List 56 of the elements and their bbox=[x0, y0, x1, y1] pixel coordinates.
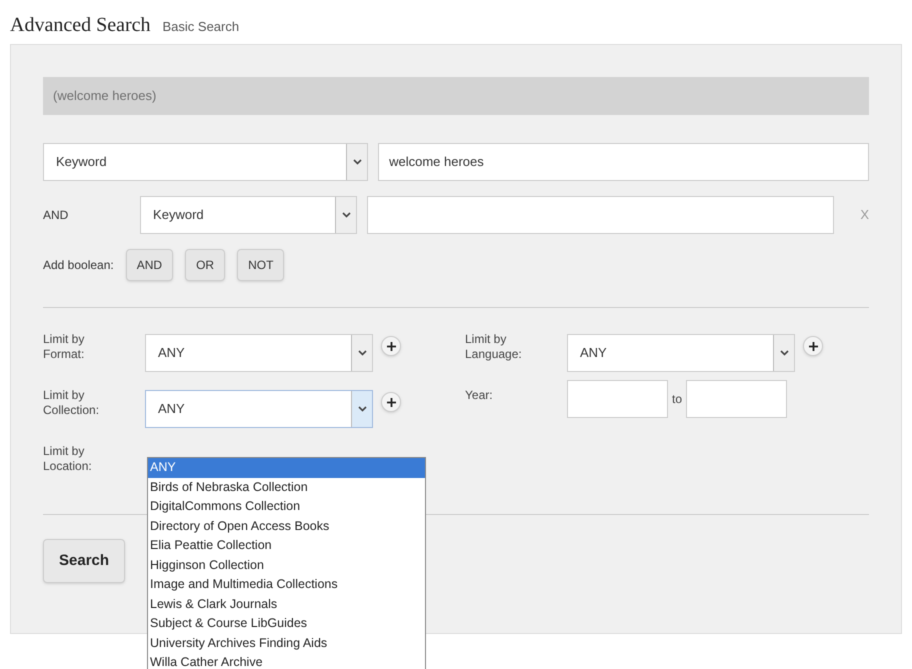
field-label: Year: bbox=[465, 388, 494, 403]
dropdown-option[interactable]: University Archives Finding Aids bbox=[148, 634, 425, 653]
select-arrow-button[interactable] bbox=[346, 144, 368, 180]
select-arrow-button[interactable] bbox=[351, 391, 372, 427]
chevron-down-icon bbox=[352, 159, 362, 165]
dropdown-option[interactable]: Higginson Collection bbox=[148, 556, 425, 575]
year-from-field[interactable] bbox=[567, 380, 668, 418]
select-value: ANY bbox=[579, 344, 608, 362]
select-arrow-button[interactable] bbox=[773, 335, 794, 371]
add-button[interactable] bbox=[381, 392, 401, 412]
dropdown-select[interactable]: ANY bbox=[567, 334, 795, 372]
select-value: Keyword bbox=[152, 206, 205, 224]
basic-search-link[interactable]: Basic Search bbox=[162, 17, 240, 36]
chevron-down-icon bbox=[358, 350, 366, 356]
add-button[interactable] bbox=[381, 336, 401, 356]
dropdown-select[interactable]: Keyword bbox=[140, 196, 358, 234]
year-to-field[interactable] bbox=[686, 380, 788, 418]
dropdown-option[interactable]: Image and Multimedia Collections bbox=[148, 575, 425, 594]
dropdown-option[interactable]: Lewis & Clark Journals bbox=[148, 594, 425, 614]
dropdown-select[interactable]: Keyword bbox=[43, 143, 368, 181]
query-preview: (welcome heroes) bbox=[43, 77, 869, 115]
field-label: Limit by Location: bbox=[43, 444, 93, 474]
select-value: Keyword bbox=[55, 153, 108, 172]
search-term-field[interactable] bbox=[367, 196, 834, 234]
boolean-button[interactable]: OR bbox=[185, 249, 226, 281]
add-button[interactable] bbox=[803, 336, 823, 356]
plus-icon bbox=[808, 342, 818, 350]
select-value: ANY bbox=[157, 400, 186, 418]
search-button[interactable]: Search bbox=[43, 539, 126, 583]
select-value: ANY bbox=[157, 344, 186, 362]
select-arrow-button[interactable] bbox=[351, 335, 372, 371]
dropdown-option[interactable]: ANY bbox=[148, 458, 425, 478]
boolean-button[interactable]: NOT bbox=[237, 249, 284, 281]
chevron-down-icon bbox=[780, 350, 788, 356]
dropdown-option[interactable]: Elia Peattie Collection bbox=[148, 536, 425, 556]
field-label: Limit by Language: bbox=[465, 332, 523, 362]
dropdown-option[interactable]: DigitalCommons Collection bbox=[148, 497, 425, 516]
boolean-button[interactable]: AND bbox=[126, 249, 174, 281]
field-label: Limit by Collection: bbox=[43, 388, 100, 418]
dropdown-option[interactable]: Willa Cather Archive bbox=[148, 653, 425, 669]
dropdown-option[interactable]: Birds of Nebraska Collection bbox=[148, 478, 425, 497]
range-separator: to bbox=[672, 391, 682, 408]
chevron-down-icon bbox=[342, 212, 351, 218]
search-term-field[interactable]: welcome heroes bbox=[378, 143, 869, 181]
dropdown-select[interactable]: ANY bbox=[145, 390, 373, 428]
plus-icon bbox=[386, 342, 396, 350]
select-arrow-button[interactable] bbox=[335, 197, 356, 233]
page-title: Advanced Search bbox=[10, 13, 150, 38]
add-boolean-label: Add boolean: bbox=[43, 257, 114, 274]
dropdown-option[interactable]: Subject & Course LibGuides bbox=[148, 614, 425, 634]
dropdown-option[interactable]: Directory of Open Access Books bbox=[148, 516, 425, 536]
chevron-down-icon bbox=[358, 406, 366, 412]
field-label: Limit by Format: bbox=[43, 332, 86, 362]
plus-icon bbox=[386, 398, 396, 406]
operator-label: AND bbox=[43, 207, 70, 224]
dropdown-select[interactable]: ANY bbox=[145, 334, 373, 372]
